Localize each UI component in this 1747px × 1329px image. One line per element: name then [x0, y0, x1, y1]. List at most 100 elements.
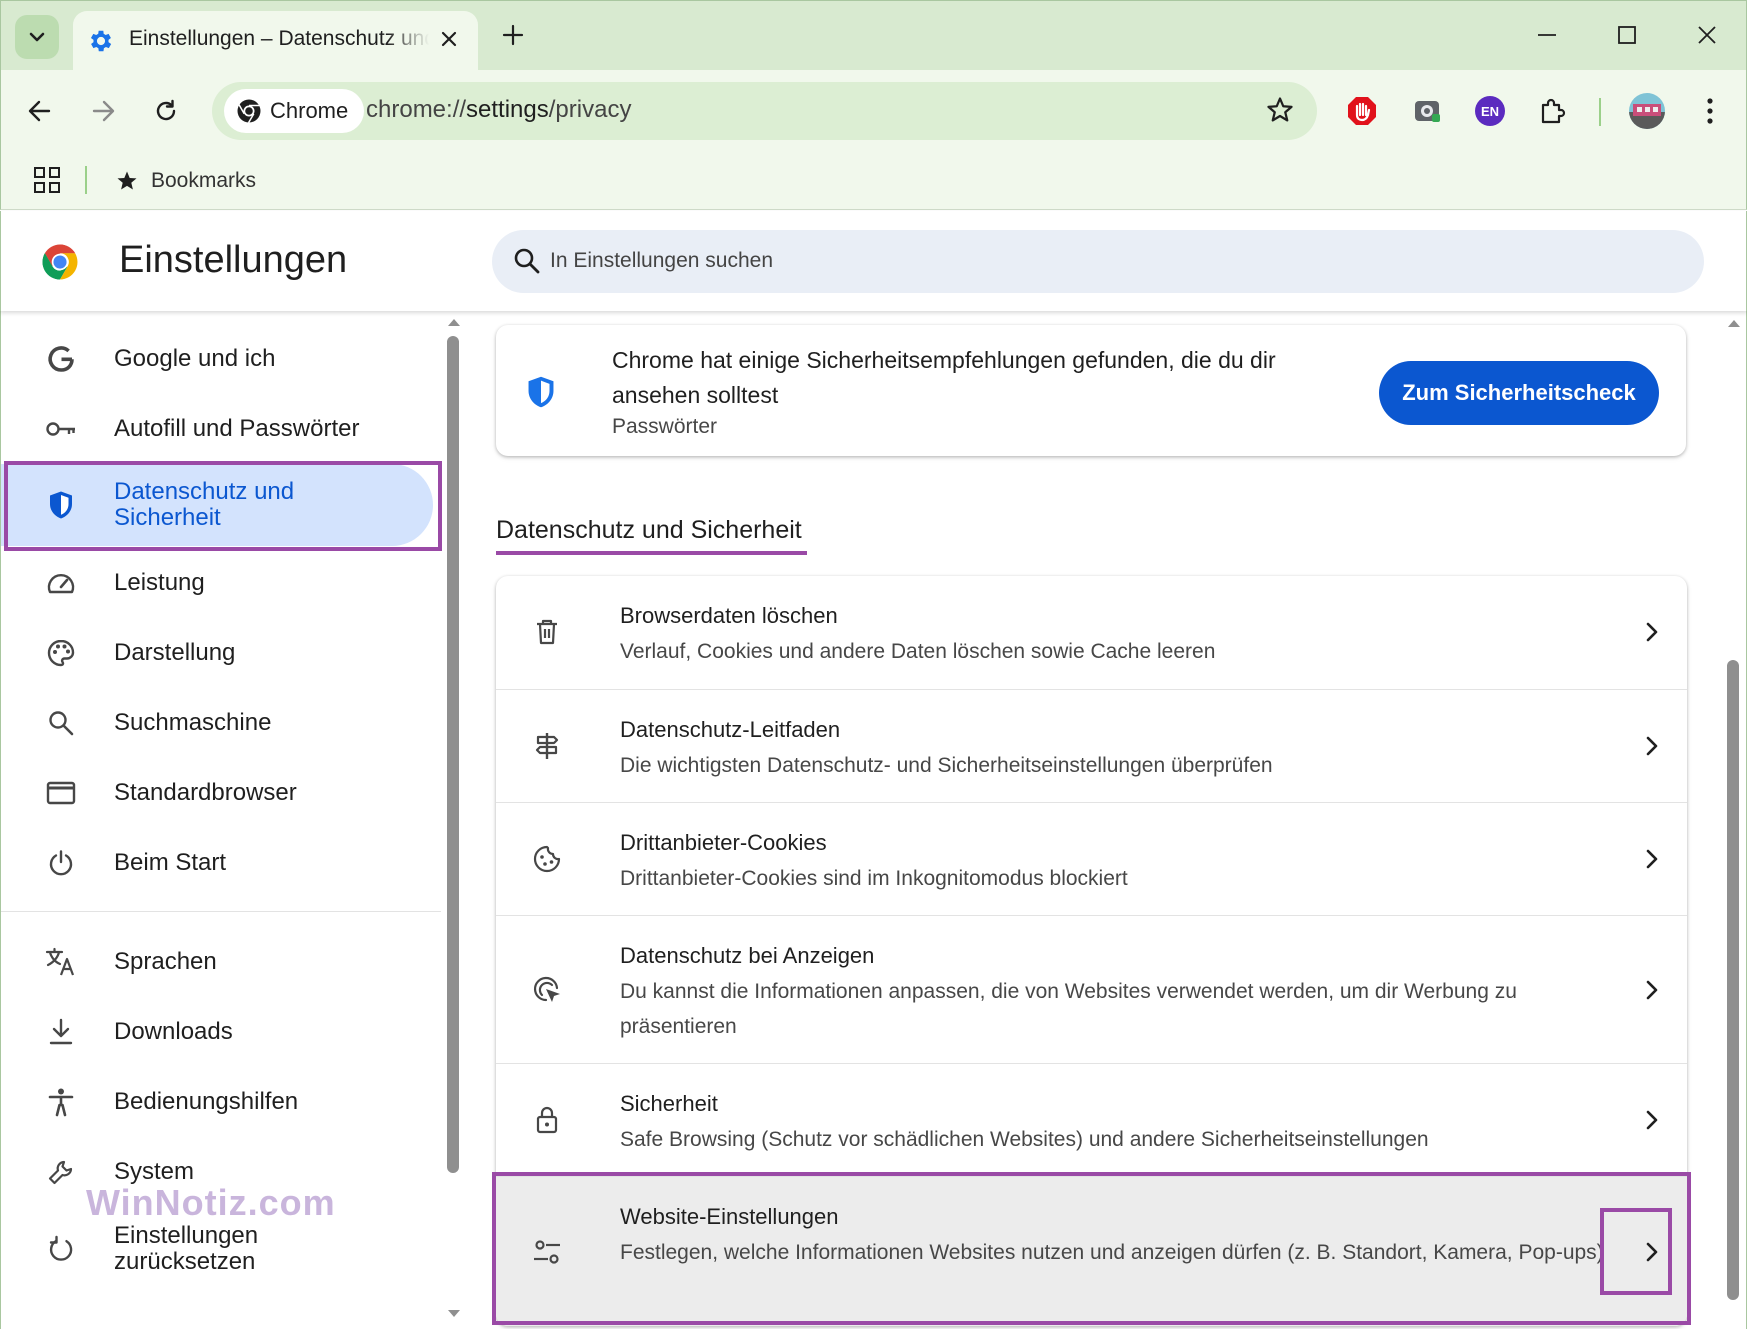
bookmarks-folder[interactable]: Bookmarks — [115, 164, 256, 198]
sidebar-item-appearance[interactable]: Darstellung — [1, 618, 433, 688]
extensions-button[interactable] — [1536, 94, 1570, 128]
bookmarks-separator — [85, 166, 87, 194]
kebab-menu-icon — [1707, 98, 1713, 124]
row-title: Website-Einstellungen — [620, 1204, 839, 1229]
sidebar-item-privacy[interactable]: Datenschutz und Sicherheit — [1, 464, 433, 546]
adblock-extension-button[interactable] — [1345, 94, 1379, 128]
translate-icon — [45, 946, 77, 978]
tab-strip: Einstellungen – Datenschutz und Sicherhe… — [0, 0, 1747, 73]
sidebar-scrollbar[interactable] — [447, 336, 459, 1173]
scroll-up-icon[interactable] — [447, 317, 461, 327]
main-scrollbar[interactable] — [1727, 660, 1739, 1300]
settings-header: Einstellungen — [0, 211, 1747, 311]
accessibility-icon — [45, 1086, 77, 1118]
settings-main: Chrome hat einige Sicherheitsempfehlunge… — [470, 311, 1720, 1329]
sidebar-item-google[interactable]: Google und ich — [1, 324, 433, 394]
palette-icon — [45, 637, 77, 669]
promo-subtitle: Passwörter — [612, 415, 718, 438]
chevron-right-icon — [1640, 1240, 1664, 1264]
bookmarks-label: Bookmarks — [151, 169, 257, 192]
bookmark-star-button[interactable] — [1265, 95, 1295, 130]
trash-icon — [530, 615, 564, 649]
reload-icon — [156, 99, 176, 121]
row-title: Drittanbieter-Cookies — [620, 830, 827, 855]
promo-title: Chrome hat einige Sicherheitsempfehlunge… — [612, 347, 1276, 408]
safety-check-button[interactable]: Zum Sicherheitscheck — [1379, 361, 1659, 425]
sidebar-item-autofill[interactable]: Autofill und Passwörter — [1, 394, 433, 464]
address-bar[interactable]: Chrome chrome://settings/privacy — [212, 82, 1317, 140]
reload-button[interactable] — [145, 90, 187, 132]
minimize-icon — [1538, 34, 1556, 36]
row-subtitle: Die wichtigsten Datenschutz- und Sicherh… — [620, 754, 1273, 777]
tab-settings[interactable]: Einstellungen – Datenschutz und Sicherhe… — [73, 11, 478, 73]
camera-extension-icon — [1415, 101, 1440, 122]
row-subtitle: Safe Browsing (Schutz vor schädlichen We… — [620, 1128, 1429, 1151]
sidebar-item-label: Leistung — [114, 569, 205, 596]
chevron-right-icon — [1640, 1108, 1664, 1132]
back-button[interactable] — [19, 90, 61, 132]
profile-button[interactable] — [1628, 92, 1666, 130]
key-icon — [45, 413, 77, 445]
shield-icon — [45, 489, 77, 521]
tab-search-button[interactable] — [15, 15, 59, 59]
list-item-third-party-cookies[interactable]: Drittanbieter-Cookies Drittanbieter-Cook… — [496, 802, 1687, 915]
list-item-site-settings[interactable]: Website-Einstellungen Festlegen, welche … — [496, 1176, 1687, 1326]
maximize-button[interactable] — [1611, 19, 1643, 51]
row-subtitle: Verlauf, Cookies und andere Daten lösche… — [620, 640, 1216, 663]
screenshot-extension-button[interactable] — [1410, 94, 1444, 128]
toolbar-separator — [1599, 98, 1601, 126]
row-subtitle: Drittanbieter-Cookies sind im Inkognitom… — [620, 867, 1128, 890]
settings-search[interactable] — [492, 230, 1704, 293]
scroll-up-icon[interactable] — [1727, 318, 1741, 328]
section-title-underline — [496, 551, 807, 555]
apps-grid-icon[interactable] — [31, 164, 63, 196]
chevron-right-icon — [1640, 978, 1664, 1002]
tab-close-button[interactable] — [435, 25, 463, 53]
sidebar-item-label: Datenschutz und Sicherheit — [114, 478, 295, 531]
chevron-down-icon — [29, 32, 45, 42]
arrow-right-icon — [92, 100, 115, 122]
chrome-logo-icon — [42, 244, 78, 280]
forward-button[interactable] — [82, 90, 124, 132]
stop-hand-icon — [1348, 97, 1376, 125]
sidebar-item-label: Downloads — [114, 1018, 233, 1045]
list-item-ad-privacy[interactable]: Datenschutz bei Anzeigen Du kannst die I… — [496, 915, 1687, 1063]
plus-icon — [502, 24, 524, 46]
sidebar-item-languages[interactable]: Sprachen — [1, 927, 433, 997]
list-item-privacy-guide[interactable]: Datenschutz-Leitfaden Die wichtigsten Da… — [496, 689, 1687, 802]
page-title: Einstellungen — [119, 239, 348, 281]
close-window-button[interactable] — [1691, 19, 1723, 51]
close-icon — [441, 31, 457, 47]
site-info-chip[interactable]: Chrome — [224, 89, 364, 133]
reset-icon — [45, 1233, 77, 1265]
puzzle-icon — [1541, 98, 1566, 124]
minimize-button[interactable] — [1531, 19, 1563, 51]
arrow-left-icon — [28, 100, 51, 122]
shield-icon — [528, 376, 554, 408]
sidebar-item-on-startup[interactable]: Beim Start — [1, 828, 433, 898]
sidebar-item-accessibility[interactable]: Bedienungshilfen — [1, 1067, 433, 1137]
sidebar-item-default-browser[interactable]: Standardbrowser — [1, 758, 433, 828]
sidebar-item-performance[interactable]: Leistung — [1, 548, 433, 618]
site-chip-label: Chrome — [270, 98, 349, 123]
sidebar-item-search-engine[interactable]: Suchmaschine — [1, 688, 433, 758]
sidebar-item-downloads[interactable]: Downloads — [1, 997, 433, 1067]
row-title: Sicherheit — [620, 1091, 718, 1116]
url-path: /privacy — [548, 96, 632, 123]
list-item-clear-browsing-data[interactable]: Browserdaten löschen Verlauf, Cookies un… — [496, 576, 1687, 689]
sidebar-item-label: Einstellungen zurücksetzen — [114, 1222, 259, 1275]
sidebar-item-label: Darstellung — [114, 639, 236, 666]
sidebar-item-label: Standardbrowser — [114, 779, 297, 806]
chevron-right-icon — [1640, 620, 1664, 644]
power-icon — [45, 847, 77, 879]
sidebar-item-label: Bedienungshilfen — [114, 1088, 299, 1115]
settings-search-input[interactable] — [550, 240, 1650, 282]
url-scheme: chrome:// — [366, 96, 467, 123]
language-extension-button[interactable]: EN — [1473, 94, 1507, 128]
scroll-down-icon[interactable] — [447, 1309, 461, 1319]
list-item-security[interactable]: Sicherheit Safe Browsing (Schutz vor sch… — [496, 1063, 1687, 1176]
browser-menu-button[interactable] — [1693, 94, 1727, 128]
chevron-right-icon — [1640, 847, 1664, 871]
url-text[interactable]: chrome://settings/privacy — [366, 96, 631, 124]
new-tab-button[interactable] — [497, 19, 529, 51]
